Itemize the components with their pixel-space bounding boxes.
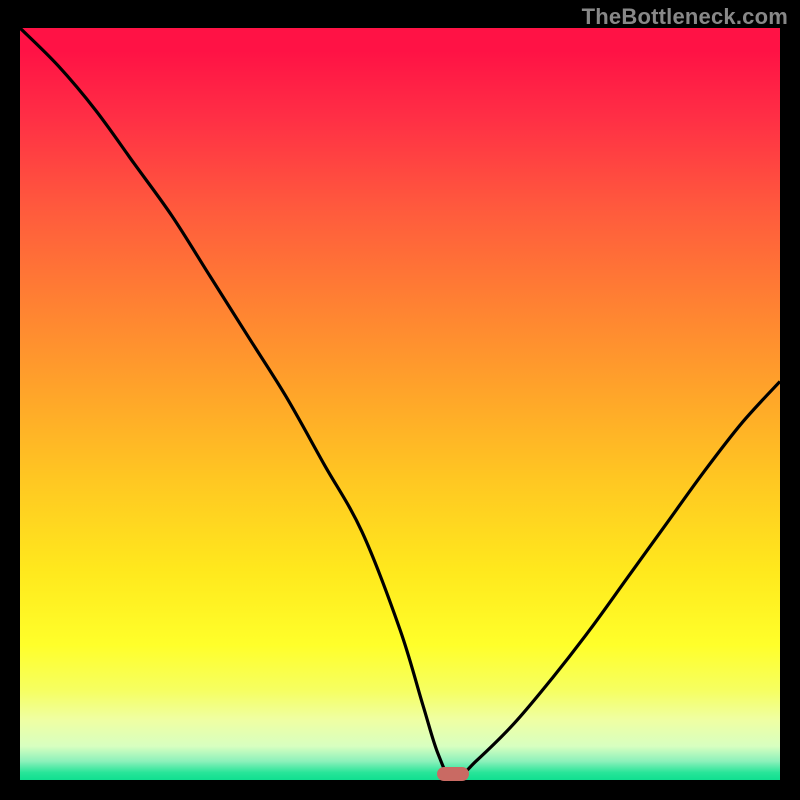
bottleneck-curve: [20, 28, 780, 780]
watermark-text: TheBottleneck.com: [582, 4, 788, 30]
chart-frame: TheBottleneck.com: [0, 0, 800, 800]
optimal-marker: [437, 767, 469, 781]
curve-path: [20, 28, 780, 780]
plot-area: [20, 28, 780, 780]
